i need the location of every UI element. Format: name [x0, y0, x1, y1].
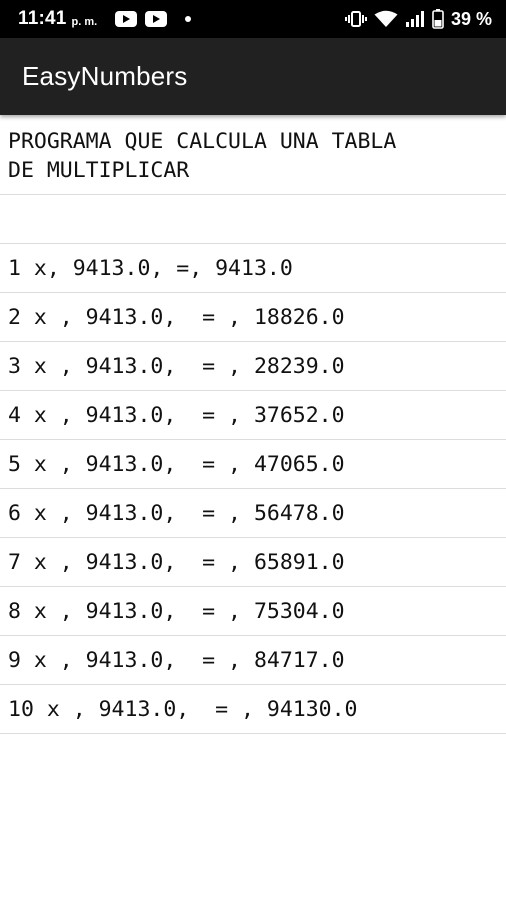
list-item[interactable]: 1 x, 9413.0, =, 9413.0 [0, 244, 506, 293]
system-icons: 39 % [344, 8, 492, 30]
vibrate-icon [344, 11, 367, 27]
list-header[interactable]: PROGRAMA QUE CALCULA UNA TABLA DE MULTIP… [0, 115, 506, 195]
list-item[interactable]: 7 x , 9413.0, = , 65891.0 [0, 538, 506, 587]
status-ampm: p. m. [71, 15, 98, 28]
notification-dot-icon [185, 16, 192, 22]
battery-icon [432, 9, 444, 29]
list-item[interactable]: 4 x , 9413.0, = , 37652.0 [0, 391, 506, 440]
list-item[interactable]: 2 x , 9413.0, = , 18826.0 [0, 293, 506, 342]
youtube-icon [115, 11, 138, 27]
list-item[interactable]: 5 x , 9413.0, = , 47065.0 [0, 440, 506, 489]
status-time: 11:41 [18, 8, 67, 29]
notification-icons [115, 11, 192, 27]
youtube-icon [145, 11, 168, 27]
list-item[interactable]: 6 x , 9413.0, = , 56478.0 [0, 489, 506, 538]
app-bar: EasyNumbers [0, 38, 506, 115]
signal-icon [405, 11, 424, 27]
results-list[interactable]: PROGRAMA QUE CALCULA UNA TABLA DE MULTIP… [0, 115, 506, 734]
list-item[interactable]: 3 x , 9413.0, = , 28239.0 [0, 342, 506, 391]
list-item[interactable]: 10 x , 9413.0, = , 94130.0 [0, 685, 506, 734]
app-title: EasyNumbers [22, 61, 188, 91]
status-bar: 11:41 p. m. 39 % [0, 0, 506, 38]
wifi-icon [374, 10, 398, 27]
battery-percent: 39 % [450, 8, 492, 29]
list-item-empty[interactable] [0, 195, 506, 244]
list-item[interactable]: 8 x , 9413.0, = , 75304.0 [0, 587, 506, 636]
list-item[interactable]: 9 x , 9413.0, = , 84717.0 [0, 636, 506, 685]
